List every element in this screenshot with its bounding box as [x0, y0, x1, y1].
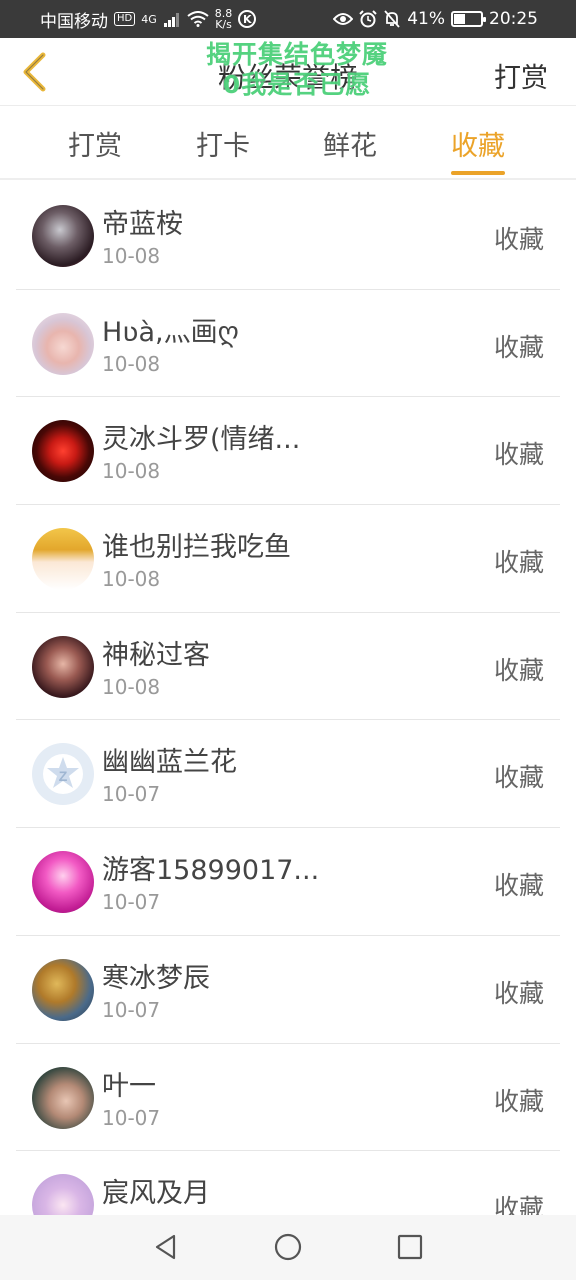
- user-name: Hʋà,灬画ღ: [102, 316, 239, 348]
- battery-level: [454, 14, 465, 24]
- header: 粉丝荣誉榜 揭开集结色梦魇 0我是否已愿 打赏: [0, 38, 576, 106]
- date-label: 10-07: [102, 997, 161, 1022]
- action-label: 收藏: [493, 332, 544, 362]
- list-item[interactable]: 寒冰梦辰 10-07 收藏: [16, 936, 560, 1044]
- action-label: 收藏: [493, 978, 544, 1008]
- status-bar: 中国移动 HD 4G 8.8 K/s K 41% 20:25: [0, 0, 576, 38]
- list-item[interactable]: Hʋà,灬画ღ 10-08 收藏: [16, 290, 560, 398]
- user-name: 灵冰斗罗(情绪...: [102, 424, 301, 456]
- avatar[interactable]: [32, 635, 94, 698]
- user-name: 谁也别拦我吃鱼: [102, 532, 291, 564]
- square-recents-icon: [397, 1234, 423, 1260]
- date-label: 10-08: [102, 244, 161, 268]
- tab-checkin[interactable]: 打卡: [196, 124, 250, 163]
- clock-time: 20:25: [489, 9, 538, 29]
- avatar[interactable]: [32, 528, 94, 591]
- tab-flowers[interactable]: 鲜花: [323, 124, 377, 163]
- k-app-icon: K: [238, 10, 257, 28]
- action-label: 收藏: [493, 1086, 544, 1116]
- avatar[interactable]: Z: [32, 743, 94, 806]
- eye-icon: [333, 13, 354, 25]
- network-speed: 8.8 K/s: [215, 8, 233, 30]
- user-name: 宸风及月: [102, 1178, 210, 1210]
- list-item[interactable]: 宸风及月 收藏: [16, 1151, 560, 1215]
- action-label: 收藏: [493, 440, 544, 470]
- list-item[interactable]: 帝蓝桉 10-08 收藏: [16, 182, 560, 290]
- avatar[interactable]: [32, 420, 94, 483]
- date-label: 10-07: [102, 890, 161, 915]
- date-label: 10-08: [102, 674, 161, 699]
- triangle-back-icon: [155, 1234, 176, 1260]
- overlay-caption: 揭开集结色梦魇 0我是否已愿: [182, 40, 412, 100]
- action-label: 收藏: [493, 1194, 544, 1215]
- user-name: 帝蓝桉: [102, 209, 183, 240]
- tab-label: 鲜花: [323, 131, 377, 162]
- active-tab-indicator: [451, 171, 505, 175]
- status-right: 41% 20:25: [333, 0, 538, 38]
- action-label: 收藏: [493, 225, 544, 254]
- reward-button[interactable]: 打赏: [494, 56, 548, 95]
- action-label: 收藏: [493, 655, 544, 685]
- date-label: 10-08: [102, 351, 161, 376]
- default-avatar-icon: Z: [43, 754, 83, 795]
- overlay-line-2: 0我是否已愿: [222, 70, 372, 99]
- alarm-icon: [359, 10, 377, 28]
- user-name: 叶一: [102, 1070, 156, 1102]
- action-label: 收藏: [493, 763, 544, 793]
- user-name: 寒冰梦辰: [102, 962, 210, 994]
- list-item[interactable]: 灵冰斗罗(情绪... 10-08 收藏: [16, 397, 560, 506]
- nav-back-button[interactable]: [148, 1229, 184, 1265]
- list-item[interactable]: 神秘过客 10-08 收藏: [16, 613, 560, 721]
- carrier-name: 中国移动: [40, 11, 108, 32]
- action-label: 收藏: [493, 548, 544, 578]
- tab-reward[interactable]: 打赏: [68, 124, 122, 163]
- overlay-line-1: 揭开集结色梦魇: [205, 40, 388, 69]
- circle-home-icon: [274, 1233, 302, 1261]
- battery-percent: 41%: [407, 9, 445, 29]
- svg-text:Z: Z: [59, 768, 68, 784]
- avatar[interactable]: [32, 205, 94, 267]
- avatar[interactable]: [32, 958, 94, 1021]
- mute-bell-icon: [384, 10, 400, 28]
- date-label: 10-08: [102, 459, 161, 484]
- status-left: 中国移动 HD 4G 8.8 K/s K: [40, 0, 257, 38]
- hd-badge: HD: [114, 12, 136, 26]
- list-item[interactable]: 谁也别拦我吃鱼 10-08 收藏: [16, 505, 560, 613]
- avatar[interactable]: [32, 851, 94, 914]
- user-name: 游客15899017...: [102, 855, 320, 887]
- system-nav-bar: [0, 1215, 576, 1280]
- date-label: 10-07: [102, 1105, 161, 1130]
- tab-favorites[interactable]: 收藏: [451, 124, 505, 175]
- avatar[interactable]: [32, 1174, 94, 1215]
- signal-icon: [163, 13, 179, 27]
- list-item[interactable]: 叶一 10-07 收藏: [16, 1044, 560, 1152]
- tab-label: 收藏: [451, 131, 505, 162]
- fan-list[interactable]: 帝蓝桉 10-08 收藏 Hʋà,灬画ღ 10-08 收藏 灵冰斗罗(情绪...…: [0, 182, 576, 1215]
- avatar[interactable]: [32, 312, 94, 375]
- nav-recents-button[interactable]: [392, 1229, 428, 1265]
- speed-unit: K/s: [215, 18, 232, 31]
- wifi-icon: [187, 11, 209, 27]
- tab-label: 打卡: [196, 131, 250, 162]
- date-label: 10-07: [102, 782, 161, 807]
- user-name: 幽幽蓝兰花: [102, 747, 237, 779]
- avatar[interactable]: [32, 1066, 94, 1129]
- user-name: 神秘过客: [102, 639, 210, 671]
- date-label: 10-08: [102, 567, 161, 592]
- battery-icon: [451, 11, 486, 27]
- tab-bar: 打赏 打卡 鲜花 收藏: [0, 106, 576, 180]
- tab-label: 打赏: [68, 131, 122, 162]
- nav-home-button[interactable]: [270, 1229, 306, 1265]
- list-item[interactable]: 游客15899017... 10-07 收藏: [16, 828, 560, 936]
- list-item[interactable]: Z 幽幽蓝兰花 10-07 收藏: [16, 720, 560, 829]
- network-type: 4G: [141, 12, 157, 26]
- action-label: 收藏: [493, 871, 544, 901]
